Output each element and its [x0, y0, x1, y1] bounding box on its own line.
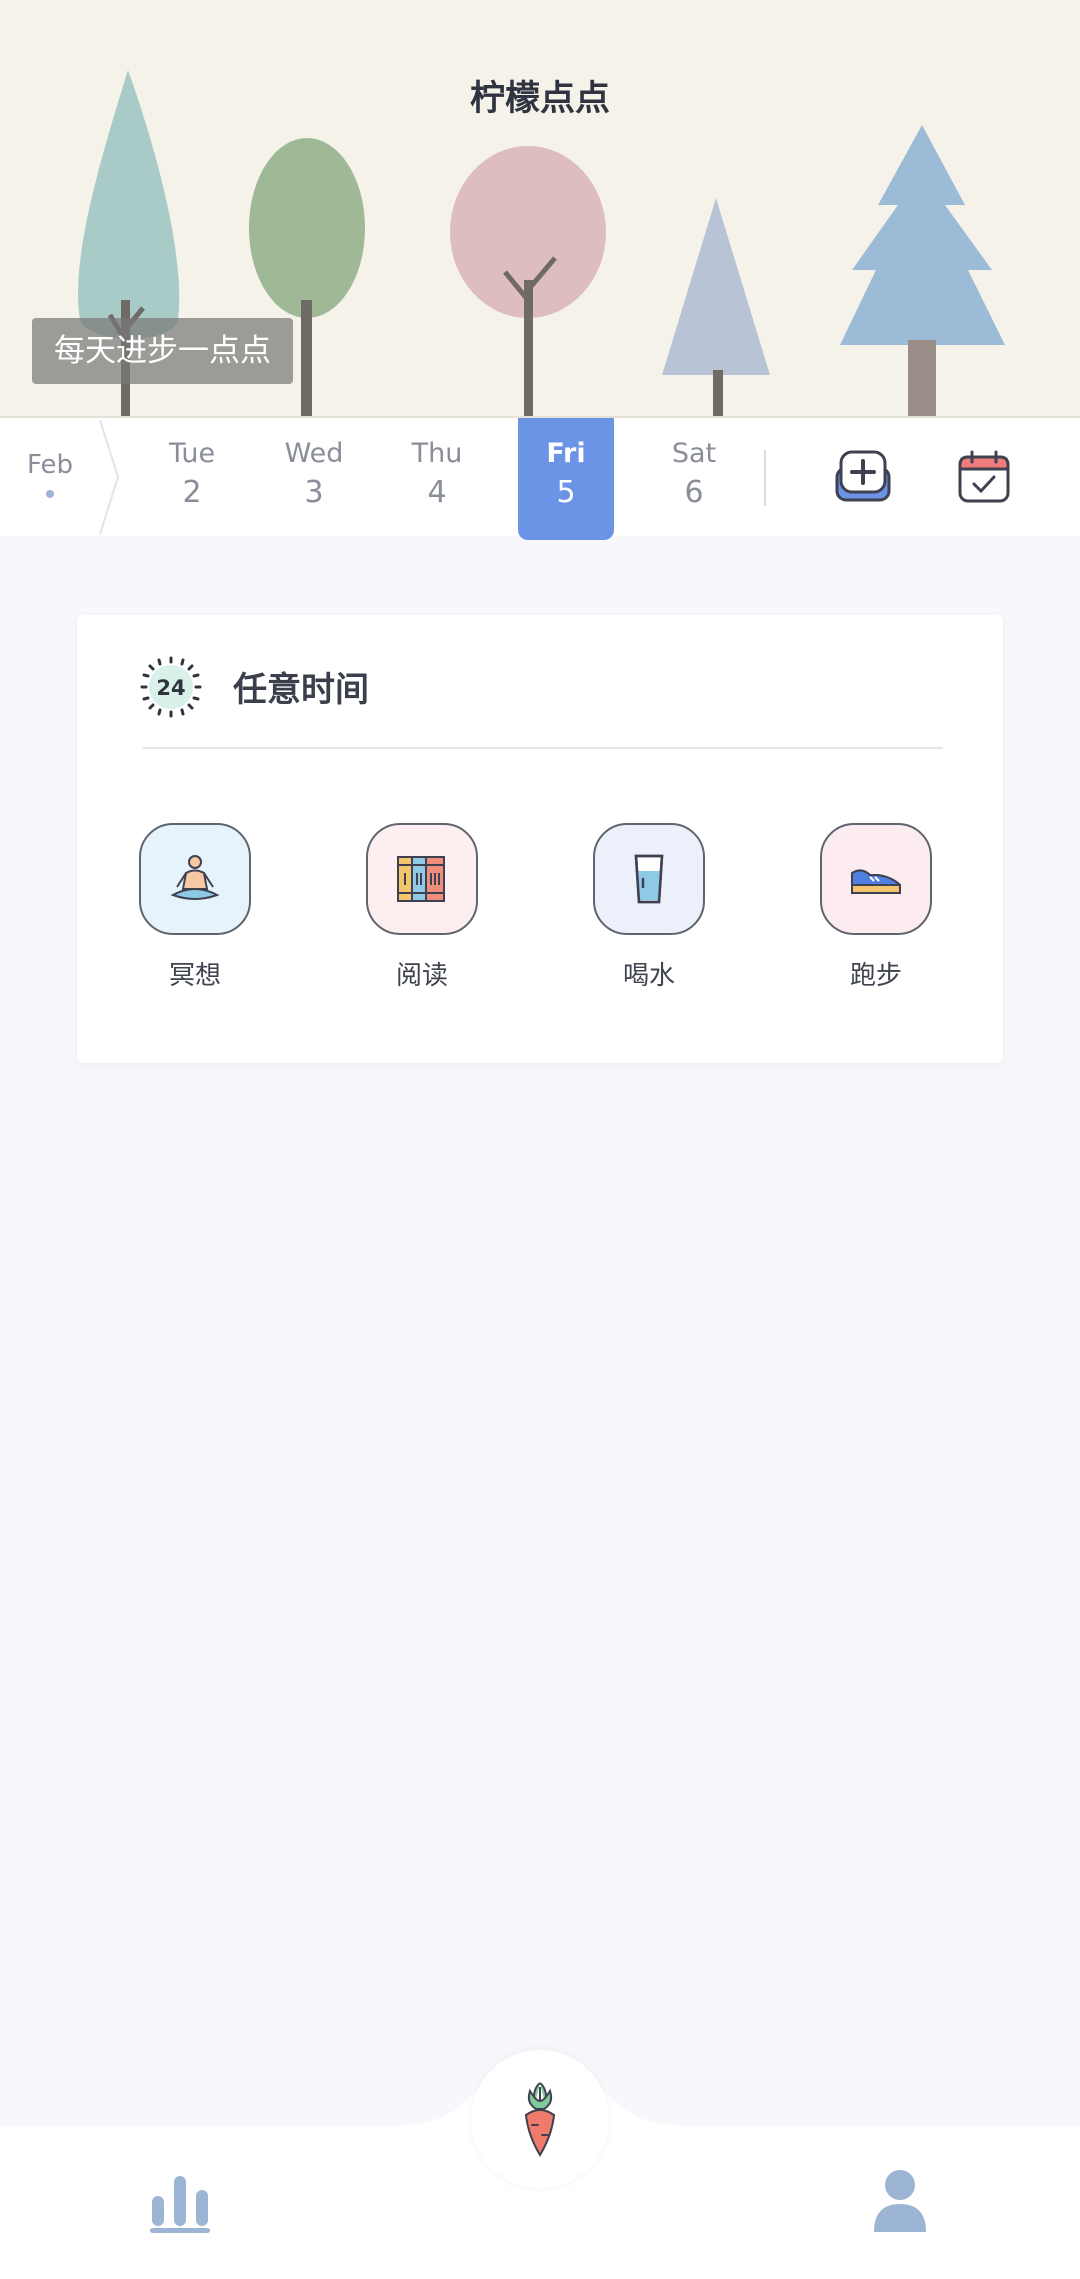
water-glass-icon — [634, 854, 664, 904]
habit-icon-button — [139, 823, 251, 935]
add-habit-icon[interactable] — [834, 448, 892, 506]
calendar-check-icon[interactable] — [955, 448, 1013, 506]
anytime-habits-card: 24 任意时间 冥想 阅读 喝水 跑步 — [77, 615, 1003, 1063]
24-hours-text: 24 — [156, 676, 185, 700]
home-fab-button[interactable] — [471, 2050, 609, 2188]
habit-label: 跑步 — [849, 961, 902, 991]
meditation-icon — [170, 855, 220, 900]
day-name: Wed — [284, 438, 344, 469]
week-date-bar: Feb Tue 2 Wed 3 Thu 4 Fri 5 Sat 6 — [0, 418, 1080, 540]
sneaker-icon — [851, 869, 901, 894]
section-title: 任意时间 — [233, 670, 369, 710]
habit-icon-button — [366, 823, 478, 935]
stats-icon[interactable] — [148, 2172, 212, 2234]
habit-drink-water[interactable]: 喝水 — [593, 823, 705, 992]
header-banner: 柠檬点点 每天进步一点点 — [0, 0, 1080, 418]
month-dot — [46, 490, 54, 498]
habit-reading[interactable]: 阅读 — [366, 823, 478, 992]
habit-label: 喝水 — [622, 961, 675, 991]
day-date: 4 — [427, 475, 447, 510]
habit-icon-button — [820, 823, 932, 935]
day-tue[interactable]: Tue 2 — [144, 418, 240, 536]
day-date: 5 — [556, 475, 576, 510]
habit-label: 阅读 — [395, 961, 448, 991]
toolbar-divider — [764, 450, 766, 506]
profile-icon[interactable] — [872, 2168, 928, 2234]
section-divider — [143, 747, 943, 749]
day-date: 2 — [182, 475, 202, 510]
habit-label: 冥想 — [168, 961, 221, 991]
day-name: Thu — [411, 438, 463, 469]
habit-meditation[interactable]: 冥想 — [139, 823, 251, 992]
habit-running[interactable]: 跑步 — [820, 823, 932, 992]
books-icon — [397, 856, 445, 902]
month-selector[interactable]: Feb — [0, 418, 100, 536]
day-wed[interactable]: Wed 3 — [266, 418, 362, 536]
month-label: Feb — [26, 450, 74, 480]
day-thu[interactable]: Thu 4 — [389, 418, 485, 536]
24-hours-icon: 24 — [140, 656, 202, 718]
slogan-badge: 每天进步一点点 — [32, 318, 293, 384]
carrot-icon — [524, 2082, 556, 2157]
app-title: 柠檬点点 — [469, 79, 610, 119]
day-fri-selected[interactable]: Fri 5 — [518, 418, 614, 540]
day-date: 3 — [304, 475, 324, 510]
habit-icon-button — [593, 823, 705, 935]
day-name: Sat — [671, 438, 717, 469]
day-sat[interactable]: Sat 6 — [646, 418, 742, 536]
day-name: Fri — [546, 438, 586, 469]
day-date: 6 — [684, 475, 704, 510]
day-name: Tue — [168, 438, 216, 469]
month-separator — [99, 419, 120, 535]
